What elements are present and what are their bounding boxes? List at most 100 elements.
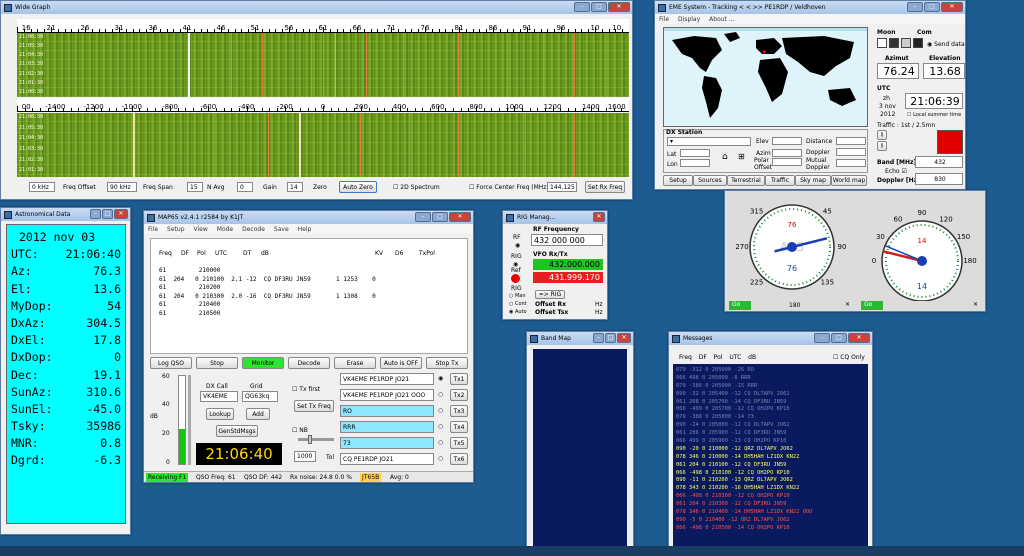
rf-freq-field[interactable]: 432 000 000 <box>531 234 603 246</box>
decode-line[interactable]: 61 204 0 210100 2.1 -12 CQ DF3RU JN59 1 … <box>159 276 376 285</box>
decode-line[interactable]: 61 210000 <box>159 267 376 276</box>
nb-slider[interactable] <box>298 435 334 444</box>
auto-zero-button[interactable]: Auto Zero <box>339 181 377 193</box>
home-icon[interactable]: ⌂ <box>722 152 728 162</box>
message-line[interactable]: 090 -5 0 210400 -12 QRZ DL7APV JO62 <box>676 517 865 525</box>
close-icon[interactable]: ✕ <box>114 209 128 219</box>
rig-titlebar[interactable]: RIG Manag... ✕ <box>503 211 607 224</box>
message-line[interactable]: 061 204 0 210100 -12 CQ DF3RU JN59 <box>676 462 865 470</box>
band-map-panel[interactable] <box>533 349 627 555</box>
set-rx-freq-button[interactable]: Set Rx Freq <box>585 181 625 193</box>
tol-spin[interactable]: 1000 <box>294 451 316 462</box>
message-line[interactable]: 079 -312 0 205000 -26 RO <box>676 367 865 375</box>
log-qso-button[interactable]: Log QSO <box>150 357 192 369</box>
tx-button[interactable]: Tx1 <box>450 373 468 385</box>
menu-file[interactable]: File <box>148 226 158 233</box>
local-summer-checkbox[interactable]: ☐ Local summer time <box>907 112 961 118</box>
tx-radio[interactable]: ◉ <box>438 375 443 382</box>
message-line[interactable]: 090 -11 0 210200 -13 QRZ DL7APV JO62 <box>676 477 865 485</box>
eme-titlebar[interactable]: EME System - Tracking < < >> PE1RDP / Ve… <box>655 1 965 14</box>
close-icon[interactable]: ✕ <box>848 333 870 343</box>
force-center-checkbox[interactable]: ☐ Force Center Freq (MHz) <box>469 184 549 191</box>
meter-slider[interactable] <box>188 375 191 465</box>
nb-checkbox[interactable]: ☐ NB <box>292 427 308 434</box>
auto-button[interactable]: Auto is OFF <box>380 357 422 369</box>
el-go-button[interactable]: Go <box>861 301 883 310</box>
stop-tx-button[interactable]: Stop Tx <box>426 357 468 369</box>
tx-radio[interactable]: ○ <box>438 391 443 398</box>
to-rig-button[interactable]: => RIG <box>535 290 565 299</box>
tx-radio[interactable]: ○ <box>438 423 443 430</box>
tx-message-field[interactable]: VK4EME PE1RDP JO21 <box>340 373 434 385</box>
tx-radio[interactable]: ○ <box>438 407 443 414</box>
minimize-icon[interactable]: – <box>907 2 923 12</box>
lookup-button[interactable]: Lookup <box>206 408 234 420</box>
echo-checkbox[interactable]: Echo ☑ <box>885 168 907 175</box>
message-line[interactable]: 066 -498 0 210100 -12 CQ OH2PO KP10 <box>676 470 865 478</box>
zero-spin[interactable]: 14 <box>287 182 303 192</box>
maximize-icon[interactable]: □ <box>924 2 940 12</box>
message-line[interactable]: 078 346 0 210400 -14 DH5HAH LZ1DX KN22 O… <box>676 509 865 517</box>
locator-icon[interactable]: ⊞ <box>738 152 745 161</box>
close-icon[interactable]: ✕ <box>593 212 605 222</box>
minimize-icon[interactable]: – <box>593 333 604 343</box>
message-line[interactable]: 066 498 0 205000 -8 RRR <box>676 375 865 383</box>
menu-file[interactable]: File <box>659 16 669 23</box>
message-line[interactable]: 061 204 0 210300 -12 CQ DF3RU JN59 <box>676 501 865 509</box>
erase-button[interactable]: Erase <box>334 357 376 369</box>
stop-button[interactable]: Stop <box>196 357 238 369</box>
message-line[interactable]: 090 -24 0 205800 -12 CQ DL7APV JO62 <box>676 422 865 430</box>
gen-std-msgs-button[interactable]: GenStdMsgs <box>216 425 258 437</box>
decode-button[interactable]: Decode <box>288 357 330 369</box>
message-line[interactable]: 066 499 0 205900 -13 CQ OH2PO KP10 <box>676 438 865 446</box>
add-button[interactable]: Add <box>246 408 270 420</box>
tx-button[interactable]: Tx2 <box>450 389 468 401</box>
world-map[interactable] <box>663 27 868 127</box>
message-line[interactable]: 066 -499 0 205700 -12 CQ OH2PO KP10 <box>676 406 865 414</box>
nb-slider-thumb[interactable] <box>308 435 312 444</box>
message-line[interactable]: 078 346 0 210000 -14 DH5HAH LZ1DX KN22 <box>676 454 865 462</box>
band-field[interactable]: 432 <box>915 156 963 168</box>
menu-about[interactable]: About ... <box>709 16 734 23</box>
tx-button[interactable]: Tx6 <box>450 453 468 465</box>
message-line[interactable]: 090 -20 0 210000 -12 QRZ DL7APV JO62 <box>676 446 865 454</box>
astro-titlebar[interactable]: Astronomical Data – □ ✕ <box>1 208 130 221</box>
tx-radio[interactable]: ○ <box>438 455 443 462</box>
man-radio[interactable]: ○ Man <box>509 293 526 299</box>
close-icon[interactable]: ✕ <box>449 212 471 222</box>
wide-graph-titlebar[interactable]: Wide Graph – □ ✕ <box>1 1 632 14</box>
maximize-icon[interactable]: □ <box>605 333 616 343</box>
tab-sources[interactable]: Sources <box>693 175 727 186</box>
set-tx-freq-button[interactable]: Set Tx Freq <box>294 400 334 412</box>
az-go-button[interactable]: Go <box>729 301 751 310</box>
maximize-icon[interactable]: □ <box>102 209 113 219</box>
band-map-titlebar[interactable]: Band Map – □ ✕ <box>527 332 633 345</box>
send-data-checkbox[interactable]: ◉ Send data <box>927 41 965 48</box>
minimize-icon[interactable]: – <box>574 2 590 12</box>
dx-call-input[interactable]: VK4EME <box>200 391 238 402</box>
menu-mode[interactable]: Mode <box>217 226 233 233</box>
tx-button[interactable]: Tx5 <box>450 437 468 449</box>
traffic-btn-2[interactable]: ⟫ <box>877 141 887 151</box>
minimize-icon[interactable]: – <box>90 209 101 219</box>
az-close-icon[interactable]: ✕ <box>845 301 850 308</box>
moon-dark-icon[interactable] <box>889 38 899 48</box>
freq-offset-spin[interactable]: 0 kHz <box>29 182 55 192</box>
message-line[interactable]: 078 343 0 210200 -16 DH5HAH LZ1DX KN22 <box>676 485 865 493</box>
menu-setup[interactable]: Setup <box>167 226 184 233</box>
maximize-icon[interactable]: □ <box>831 333 847 343</box>
tx-message-field[interactable]: VK4EME PE1RDP JO21 OOO <box>340 389 434 401</box>
minimize-icon[interactable]: – <box>415 212 431 222</box>
lat-field[interactable] <box>680 149 710 157</box>
grid-input[interactable]: QG63kq <box>242 391 278 402</box>
cq-only-checkbox[interactable]: ☐ CQ Only <box>833 354 865 361</box>
traffic-btn-1[interactable]: ⟪ <box>877 130 887 140</box>
center-freq-field[interactable]: 144.125 <box>547 182 577 192</box>
navg-spin[interactable]: 15 <box>187 182 203 192</box>
menu-help[interactable]: Help <box>298 226 312 233</box>
tab-traffic[interactable]: Traffic <box>765 175 795 186</box>
waterfall-lower[interactable]: 21:06:30 21:05:30 21:04:30 21:03:30 21:02:30… <box>17 113 629 177</box>
freq-span-spin[interactable]: 90 kHz <box>107 182 137 192</box>
menu-decode[interactable]: Decode <box>242 226 265 233</box>
tx-first-checkbox[interactable]: ☐ Tx first <box>292 386 320 393</box>
